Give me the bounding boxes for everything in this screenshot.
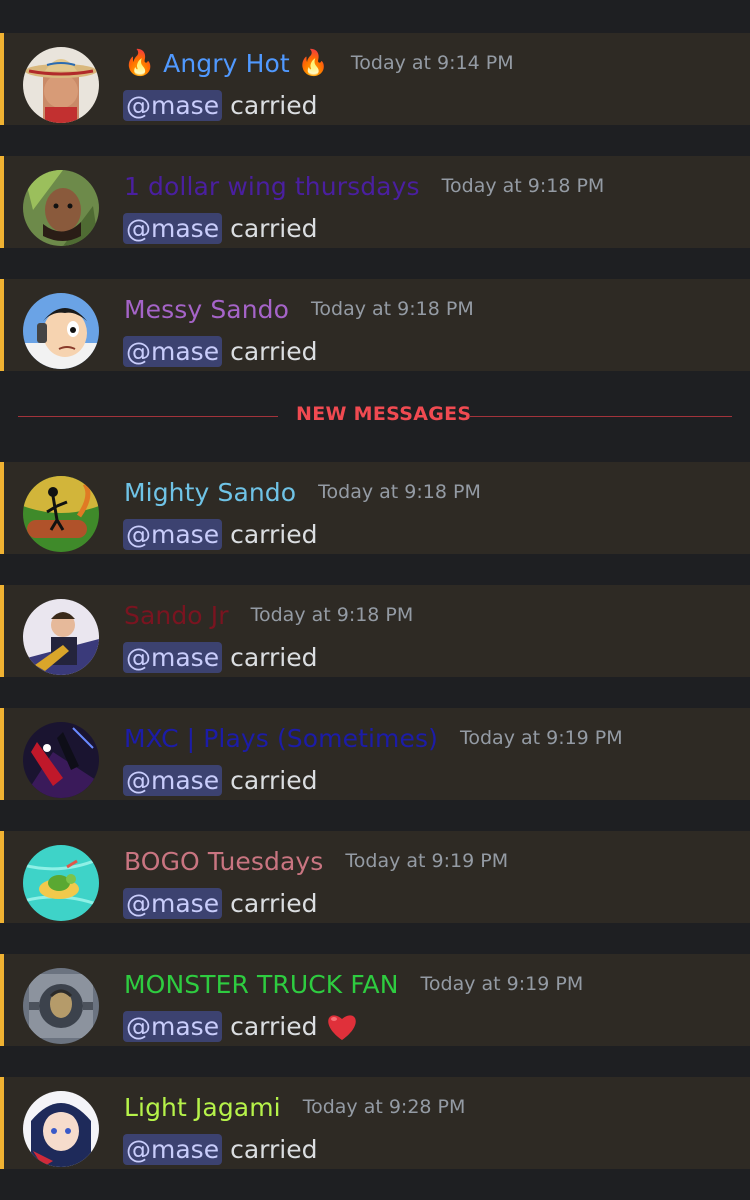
- message-content: @mase carried: [123, 331, 317, 371]
- user-mention[interactable]: @mase: [123, 1010, 223, 1042]
- message-text: carried: [230, 213, 318, 243]
- message-header: Messy Sando Today at 9:18 PM: [124, 289, 474, 329]
- mention-highlight-bar: [0, 279, 4, 371]
- message-content: @mase carried: [123, 1129, 317, 1169]
- username[interactable]: Messy Sando: [124, 295, 289, 324]
- cartoon-phone-avatar-icon[interactable]: [23, 293, 99, 369]
- saxophone-avatar-icon[interactable]: [23, 599, 99, 675]
- new-messages-label: NEW MESSAGES: [296, 403, 472, 425]
- message-header: Sando Jr Today at 9:18 PM: [124, 595, 413, 635]
- message-item[interactable]: MONSTER TRUCK FAN Today at 9:19 PM @mase…: [0, 954, 750, 1046]
- timestamp[interactable]: Today at 9:18 PM: [442, 175, 605, 197]
- mention-highlight-bar: [0, 33, 4, 125]
- message-text: carried: [230, 642, 318, 672]
- fire-icon: 🔥: [124, 48, 156, 77]
- username[interactable]: BOGO Tuesdays: [124, 847, 323, 876]
- message-feed: 🔥 Angry Hot 🔥 Today at 9:14 PM @mase car…: [0, 0, 750, 1200]
- user-mention[interactable]: @mase: [123, 212, 223, 244]
- message-text: carried: [230, 90, 318, 120]
- divider-line: [18, 416, 278, 417]
- mention-highlight-bar: [0, 585, 4, 677]
- user-mention[interactable]: @mase: [123, 89, 223, 121]
- user-mention[interactable]: @mase: [123, 641, 223, 673]
- divider-line: [470, 416, 732, 417]
- turtle-float-avatar-icon[interactable]: [23, 845, 99, 921]
- mention-highlight-bar: [0, 708, 4, 800]
- message-header: Mighty Sando Today at 9:18 PM: [124, 472, 481, 512]
- timestamp[interactable]: Today at 9:19 PM: [421, 973, 584, 995]
- user-mention[interactable]: @mase: [123, 518, 223, 550]
- username[interactable]: Sando Jr: [124, 601, 229, 630]
- message-header: MXC | Plays (Sometimes) Today at 9:19 PM: [124, 718, 623, 758]
- username[interactable]: MXC | Plays (Sometimes): [124, 724, 438, 753]
- message-text: carried: [230, 765, 318, 795]
- new-messages-divider: NEW MESSAGES: [0, 397, 750, 437]
- user-mention[interactable]: @mase: [123, 764, 223, 796]
- spider-hero-avatar-icon[interactable]: [23, 722, 99, 798]
- mention-highlight-bar: [0, 954, 4, 1046]
- message-item[interactable]: MXC | Plays (Sometimes) Today at 9:19 PM…: [0, 708, 750, 800]
- fire-icon: 🔥: [297, 48, 329, 77]
- message-content: @mase carried: [123, 208, 317, 248]
- message-item[interactable]: BOGO Tuesdays Today at 9:19 PM @mase car…: [0, 831, 750, 923]
- message-content: @mase carried: [123, 637, 317, 677]
- message-content: @mase carried: [123, 883, 317, 923]
- message-content: @mase carried: [123, 760, 317, 800]
- message-header: BOGO Tuesdays Today at 9:19 PM: [124, 841, 508, 881]
- timestamp[interactable]: Today at 9:14 PM: [351, 52, 514, 74]
- message-item[interactable]: Messy Sando Today at 9:18 PM @mase carri…: [0, 279, 750, 371]
- message-item[interactable]: 🔥 Angry Hot 🔥 Today at 9:14 PM @mase car…: [0, 33, 750, 125]
- message-text: carried: [230, 519, 318, 549]
- timestamp[interactable]: Today at 9:18 PM: [251, 604, 414, 626]
- user-mention[interactable]: @mase: [123, 887, 223, 919]
- username[interactable]: 1 dollar wing thursdays: [124, 172, 420, 201]
- message-item[interactable]: Sando Jr Today at 9:18 PM @mase carried: [0, 585, 750, 677]
- message-content: @mase carried: [123, 85, 317, 125]
- message-item[interactable]: Light Jagami Today at 9:28 PM @mase carr…: [0, 1077, 750, 1169]
- message-text: carried: [230, 336, 318, 366]
- username[interactable]: Light Jagami: [124, 1093, 281, 1122]
- message-item[interactable]: 1 dollar wing thursdays Today at 9:18 PM…: [0, 156, 750, 248]
- cowboy-hat-avatar-icon[interactable]: [23, 47, 99, 123]
- message-text: carried: [230, 1134, 318, 1164]
- timestamp[interactable]: Today at 9:28 PM: [303, 1096, 466, 1118]
- message-text: carried: [230, 888, 318, 918]
- message-item[interactable]: Mighty Sando Today at 9:18 PM @mase carr…: [0, 462, 750, 554]
- message-header: Light Jagami Today at 9:28 PM: [124, 1087, 465, 1127]
- username[interactable]: Mighty Sando: [124, 478, 296, 507]
- upside-down-face-avatar-icon[interactable]: [23, 170, 99, 246]
- message-text: carried: [230, 1011, 318, 1041]
- message-header: 1 dollar wing thursdays Today at 9:18 PM: [124, 166, 604, 206]
- jungle-stickman-avatar-icon[interactable]: [23, 476, 99, 552]
- mention-highlight-bar: [0, 156, 4, 248]
- username[interactable]: MONSTER TRUCK FAN: [124, 970, 399, 999]
- user-mention[interactable]: @mase: [123, 1133, 223, 1165]
- red-heart-icon: [325, 1010, 359, 1042]
- mention-highlight-bar: [0, 831, 4, 923]
- mention-highlight-bar: [0, 1077, 4, 1169]
- timestamp[interactable]: Today at 9:18 PM: [318, 481, 481, 503]
- message-content: @mase carried: [123, 514, 317, 554]
- user-mention[interactable]: @mase: [123, 335, 223, 367]
- message-header: MONSTER TRUCK FAN Today at 9:19 PM: [124, 964, 583, 1004]
- timestamp[interactable]: Today at 9:19 PM: [345, 850, 508, 872]
- anime-girl-avatar-icon[interactable]: [23, 1091, 99, 1167]
- timestamp[interactable]: Today at 9:18 PM: [311, 298, 474, 320]
- robot-pilot-avatar-icon[interactable]: [23, 968, 99, 1044]
- message-content: @mase carried: [123, 1006, 359, 1046]
- username[interactable]: Angry Hot: [163, 49, 290, 78]
- message-header: 🔥 Angry Hot 🔥 Today at 9:14 PM: [124, 43, 514, 83]
- timestamp[interactable]: Today at 9:19 PM: [460, 727, 623, 749]
- mention-highlight-bar: [0, 462, 4, 554]
